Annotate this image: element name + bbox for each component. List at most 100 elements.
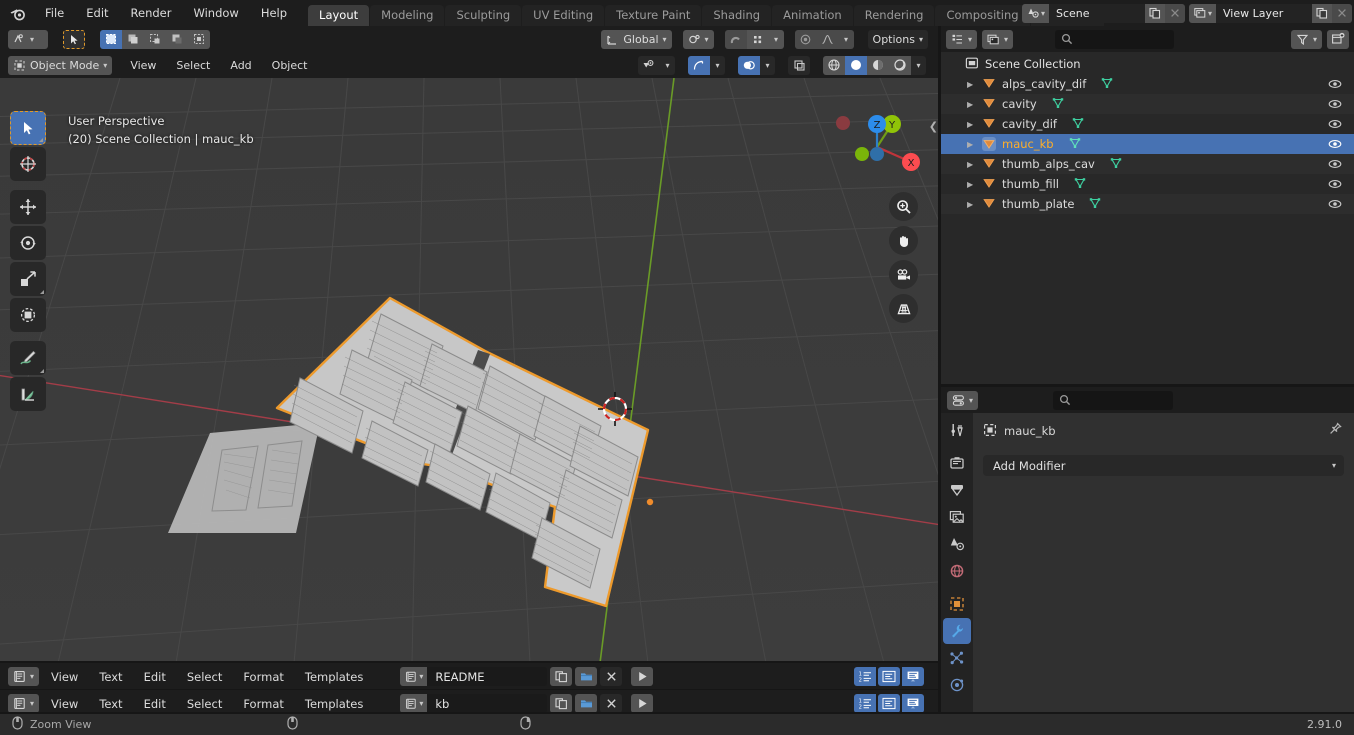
pin-icon[interactable] xyxy=(1328,422,1342,439)
visibility-eye-icon[interactable] xyxy=(1328,117,1342,134)
x-icon[interactable] xyxy=(600,694,623,713)
zoom-icon[interactable] xyxy=(889,192,918,221)
run-script-icon[interactable] xyxy=(631,694,654,713)
text2-menu-templates[interactable]: Templates xyxy=(296,694,372,713)
view-layer-selector[interactable]: ▾ View Layer xyxy=(1188,3,1352,23)
outliner-row-mauc-kb[interactable]: ▶ mauc_kb xyxy=(941,134,1354,154)
text1-menu-templates[interactable]: Templates xyxy=(296,667,372,686)
material-preview-icon[interactable] xyxy=(867,55,889,75)
transform-orientation-dropdown[interactable]: Global ▾ xyxy=(601,29,672,49)
annotate-tool-icon[interactable] xyxy=(10,341,46,375)
view-layer-icon[interactable]: ▾ xyxy=(1188,3,1216,23)
tab-compositing[interactable]: Compositing xyxy=(935,5,1030,26)
tab-shading[interactable]: Shading xyxy=(702,5,772,26)
falloff-smooth-icon[interactable] xyxy=(816,29,839,49)
outliner-row-cavity[interactable]: ▶ cavity xyxy=(941,94,1354,114)
proportional-edit-icon[interactable] xyxy=(794,29,817,49)
expand-triangle-icon[interactable]: ▶ xyxy=(967,80,976,89)
view-layer-name[interactable]: View Layer xyxy=(1216,3,1312,23)
viewport-menu-view[interactable]: View xyxy=(122,56,164,75)
viewport-menu-object[interactable]: Object xyxy=(264,56,316,75)
expand-triangle-icon[interactable]: ▶ xyxy=(967,100,976,109)
open-folder-icon[interactable] xyxy=(575,667,598,686)
scene-selector[interactable]: ▾ Scene xyxy=(1021,3,1185,23)
outliner-row-thumb-fill[interactable]: ▶ thumb_fill xyxy=(941,174,1354,194)
word-wrap-icon[interactable] xyxy=(878,694,900,713)
tab-rendering[interactable]: Rendering xyxy=(853,5,935,26)
new-text-icon[interactable] xyxy=(550,694,573,713)
text1-menu-text[interactable]: Text xyxy=(90,667,131,686)
visibility-eye-icon[interactable] xyxy=(1328,97,1342,114)
run-script-icon[interactable] xyxy=(631,667,654,686)
new-view-layer-button[interactable] xyxy=(1312,3,1332,23)
text1-menu-edit[interactable]: Edit xyxy=(135,667,175,686)
sidebar-collapse-arrow[interactable]: ❮ xyxy=(929,120,938,133)
outliner-row-thumb-alps-cav[interactable]: ▶ thumb_alps_cav xyxy=(941,154,1354,174)
scene-icon[interactable]: ▾ xyxy=(1021,3,1049,23)
filter-funnel-icon[interactable]: ▾ xyxy=(1290,29,1322,49)
text-datablock-icon[interactable]: ▾ xyxy=(400,694,428,713)
options-dropdown[interactable]: Options ▾ xyxy=(867,29,928,49)
line-numbers-icon[interactable]: 1 2 xyxy=(854,667,876,686)
text2-menu-select[interactable]: Select xyxy=(178,694,231,713)
visibility-chevron[interactable]: ▾ xyxy=(660,55,675,75)
line-numbers-icon[interactable]: 1 2 xyxy=(854,694,876,713)
blender-logo-icon[interactable] xyxy=(0,0,34,26)
transform-tool-icon[interactable] xyxy=(10,298,46,332)
camera-view-icon[interactable] xyxy=(889,260,918,289)
new-collection-icon[interactable] xyxy=(1327,29,1349,49)
syntax-highlight-icon[interactable] xyxy=(902,694,924,713)
new-text-icon[interactable] xyxy=(550,667,573,686)
scale-tool-icon[interactable] xyxy=(10,262,46,296)
text2-menu-format[interactable]: Format xyxy=(234,694,293,713)
select-lasso-icon[interactable] xyxy=(144,29,166,49)
text2-menu-view[interactable]: View xyxy=(42,694,87,713)
editor-type-3dview-icon[interactable]: ▾ xyxy=(8,29,48,49)
menu-edit[interactable]: Edit xyxy=(75,0,119,26)
overlays-chevron[interactable]: ▾ xyxy=(760,55,775,75)
object-square-icon[interactable] xyxy=(943,591,971,617)
visibility-eye-icon[interactable] xyxy=(1328,197,1342,214)
outliner-row-cavity-dif[interactable]: ▶ cavity_dif xyxy=(941,114,1354,134)
visibility-eye-icon[interactable] xyxy=(1328,177,1342,194)
properties-search-input[interactable] xyxy=(1052,390,1173,410)
select-intersect-icon[interactable] xyxy=(166,29,188,49)
separator-horizontal-text1-text2[interactable] xyxy=(0,689,938,690)
cursor-tool-icon[interactable] xyxy=(10,147,46,181)
editor-type-properties-icon[interactable]: ▾ xyxy=(947,390,979,410)
outliner-search-input[interactable] xyxy=(1055,29,1175,49)
tweak-cursor-icon[interactable] xyxy=(63,29,85,49)
text-datablock-icon[interactable]: ▾ xyxy=(400,667,428,686)
new-scene-button[interactable] xyxy=(1144,3,1165,23)
magnet-icon[interactable] xyxy=(724,29,747,49)
rotate-tool-icon[interactable] xyxy=(10,226,46,260)
snap-chevron[interactable]: ▾ xyxy=(768,29,784,49)
outliner-row-thumb-plate[interactable]: ▶ thumb_plate xyxy=(941,194,1354,214)
add-modifier-button[interactable]: Add Modifier ▾ xyxy=(983,455,1344,476)
physics-icon[interactable] xyxy=(943,672,971,698)
select-extend-icon[interactable] xyxy=(188,29,210,49)
separator-vertical-main[interactable] xyxy=(938,26,941,713)
expand-triangle-icon[interactable]: ▶ xyxy=(967,120,976,129)
xray-toggle-icon[interactable] xyxy=(788,55,810,75)
text1-filename[interactable]: README xyxy=(427,667,548,686)
open-folder-icon[interactable] xyxy=(575,694,598,713)
visibility-eye-icon[interactable] xyxy=(1328,137,1342,154)
separator-horizontal-bottom[interactable] xyxy=(0,712,1354,714)
pivot-point-dropdown[interactable]: ▾ xyxy=(682,29,714,49)
tab-texture-paint[interactable]: Texture Paint xyxy=(605,5,702,26)
x-icon[interactable] xyxy=(600,667,623,686)
pan-hand-icon[interactable] xyxy=(889,226,918,255)
outliner-scene-collection-row[interactable]: Scene Collection xyxy=(941,54,1354,74)
remove-view-layer-button[interactable] xyxy=(1332,3,1352,23)
visibility-eye-icon[interactable] xyxy=(1328,157,1342,174)
expand-triangle-icon[interactable]: ▶ xyxy=(967,180,976,189)
solid-icon[interactable] xyxy=(845,55,867,75)
syntax-highlight-icon[interactable] xyxy=(902,667,924,686)
world-globe-icon[interactable] xyxy=(943,558,971,584)
modifier-wrench-icon[interactable] xyxy=(943,618,971,644)
expand-triangle-icon[interactable]: ▶ xyxy=(967,140,976,149)
navigation-gizmo[interactable]: X Y Z xyxy=(834,104,920,190)
word-wrap-icon[interactable] xyxy=(878,667,900,686)
separator-horizontal-viewport-text[interactable] xyxy=(0,661,938,663)
